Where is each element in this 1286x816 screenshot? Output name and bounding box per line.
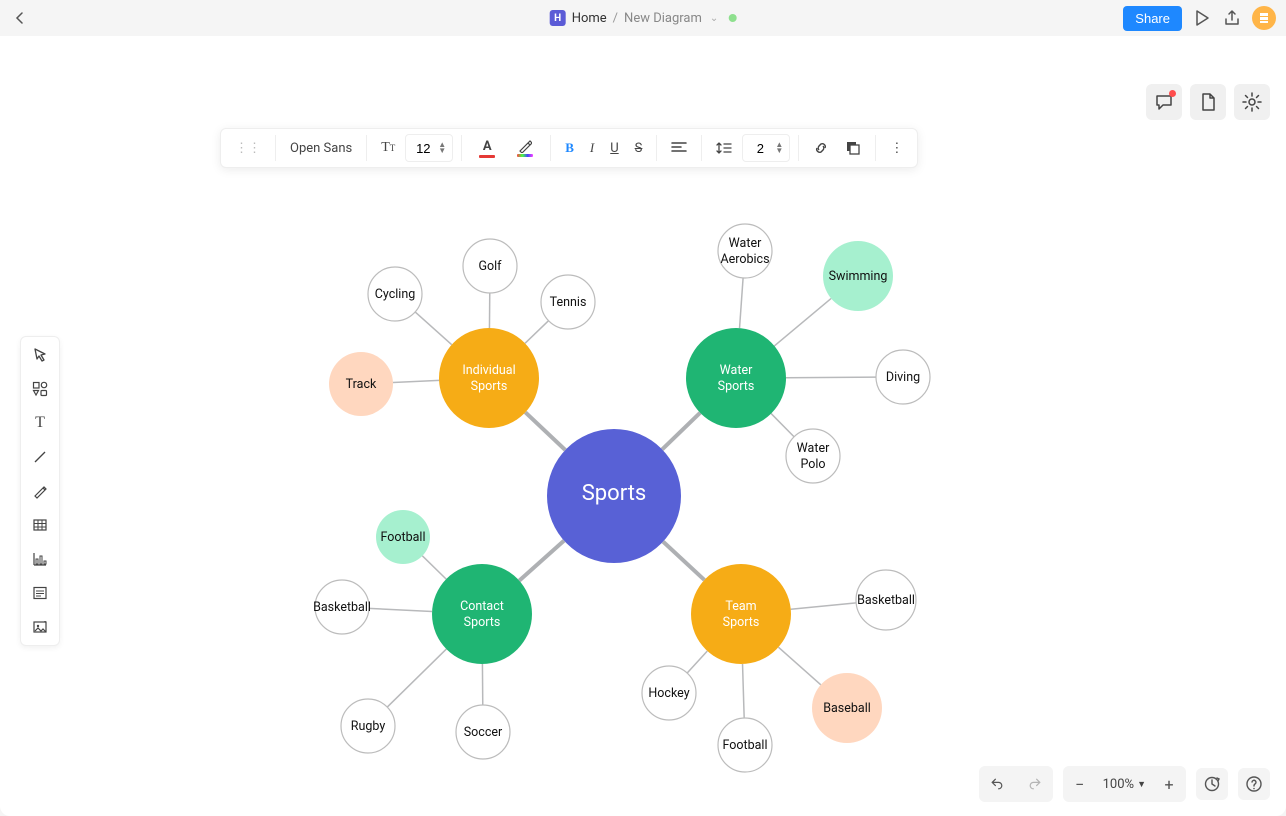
help-button[interactable] [1238,768,1270,800]
diagram-node[interactable]: ContactSports [432,564,532,664]
back-button[interactable] [10,8,30,28]
svg-text:Rugby: Rugby [351,719,386,734]
diagram-node[interactable]: Rugby [341,699,395,753]
svg-text:Football: Football [380,530,425,545]
svg-text:Cycling: Cycling [375,287,416,302]
diagram-node[interactable]: Hockey [642,666,696,720]
diagram-node[interactable]: Baseball [812,673,882,743]
zoom-out-button[interactable]: − [1065,768,1095,800]
export-icon[interactable] [1222,8,1242,28]
svg-text:Basketball: Basketball [857,593,915,608]
svg-text:Golf: Golf [478,259,502,274]
zoom-level[interactable]: 100%▼ [1095,777,1154,792]
chevron-down-icon[interactable]: ⌄ [710,13,718,24]
topbar: H Home / New Diagram ⌄ Share [0,0,1286,36]
redo-button[interactable] [1019,768,1051,800]
diagram-node[interactable]: WaterAerobics [718,224,772,278]
diagram-node[interactable]: Golf [463,239,517,293]
svg-text:Swimming: Swimming [829,269,888,284]
diagram-node[interactable]: WaterPolo [786,429,840,483]
diagram-node[interactable]: Diving [876,350,930,404]
app-logo[interactable]: H [550,10,566,26]
svg-text:Sports: Sports [464,615,501,630]
share-button[interactable]: Share [1123,6,1182,31]
diagram-node[interactable]: Swimming [823,241,893,311]
svg-text:Sports: Sports [723,615,760,630]
diagram-node[interactable]: Track [329,352,393,416]
diagram-node[interactable]: IndividualSports [439,328,539,428]
breadcrumb: H Home / New Diagram ⌄ [550,10,737,26]
svg-text:Sports: Sports [471,379,508,394]
play-icon[interactable] [1192,8,1212,28]
diagram-node[interactable]: Soccer [456,705,510,759]
diagram-node[interactable]: WaterSports [686,328,786,428]
breadcrumb-separator: / [613,11,618,26]
sync-status-icon [728,14,736,22]
svg-text:Soccer: Soccer [464,725,503,740]
svg-text:Water: Water [729,236,762,251]
avatar[interactable] [1252,6,1276,30]
diagram-node[interactable]: Sports [547,429,681,563]
undo-button[interactable] [981,768,1013,800]
mindmap-diagram[interactable]: CyclingGolfTennisTrackWaterAerobicsSwimm… [0,36,1286,816]
canvas[interactable]: ⋮⋮ Open Sans TT ▲▼ A B I U S [0,36,1286,816]
svg-text:Sports: Sports [718,379,755,394]
diagram-node[interactable]: Cycling [368,267,422,321]
svg-text:Basketball: Basketball [313,600,371,615]
diagram-node[interactable]: Basketball [856,570,916,630]
diagram-node[interactable]: Football [718,718,772,772]
breadcrumb-current[interactable]: New Diagram [624,11,702,26]
svg-text:Baseball: Baseball [823,701,871,716]
svg-text:Track: Track [346,377,377,392]
zoom-in-button[interactable]: + [1154,768,1184,800]
svg-text:Water: Water [797,441,830,456]
history-button[interactable] [1196,768,1228,800]
svg-text:Team: Team [725,599,756,614]
svg-text:Tennis: Tennis [550,295,587,310]
svg-text:Aerobics: Aerobics [720,252,769,267]
view-controls: − 100%▼ + [979,766,1270,802]
svg-text:Sports: Sports [582,481,647,506]
diagram-node[interactable]: Tennis [541,275,595,329]
svg-text:Diving: Diving [886,370,920,385]
svg-text:Hockey: Hockey [648,686,689,701]
svg-text:Individual: Individual [462,363,515,378]
breadcrumb-home[interactable]: Home [572,11,607,26]
svg-text:Contact: Contact [460,599,504,614]
svg-text:Water: Water [720,363,753,378]
diagram-node[interactable]: TeamSports [691,564,791,664]
svg-text:Polo: Polo [800,457,825,472]
diagram-node[interactable]: Basketball [313,580,371,634]
svg-text:Football: Football [722,738,767,753]
diagram-node[interactable]: Football [376,510,430,564]
